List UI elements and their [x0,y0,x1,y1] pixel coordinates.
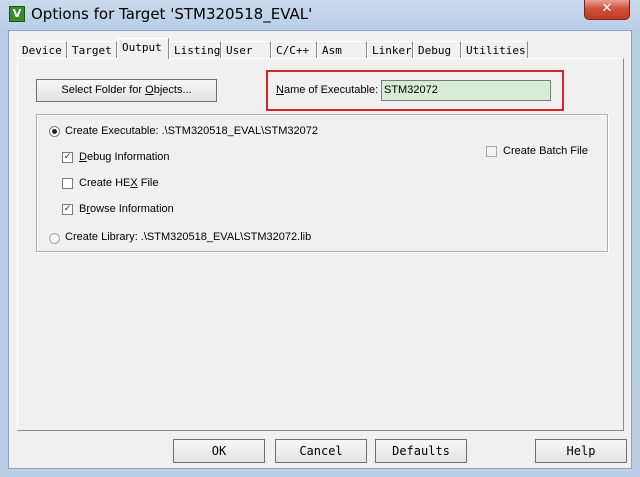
debug-info-rest: ebug Information [86,151,170,163]
create-batch-file-label: Create Batch File [503,145,588,157]
tab-listing[interactable]: Listing [169,41,221,58]
tab-linker[interactable]: Linker [367,41,413,58]
create-library-label: Create Library: .\STM320518_EVAL\STM3207… [65,231,312,243]
browse-information-label: Browse Information [79,203,174,215]
title-bar[interactable]: V Options for Target 'STM320518_EVAL' ✕ [0,0,640,30]
create-hex-file-checkbox[interactable] [62,178,73,189]
select-folder-label-post: bjects... [153,84,192,96]
tab-device[interactable]: Device [17,41,67,58]
window-title: Options for Target 'STM320518_EVAL' [31,5,313,23]
close-icon: ✕ [601,1,613,16]
debug-information-checkbox[interactable]: ✓ [62,152,73,163]
create-library-radio[interactable] [49,233,60,244]
tab-output[interactable]: Output [117,38,169,59]
checkmark-icon: ✓ [63,152,72,162]
close-button[interactable]: ✕ [584,0,630,20]
browse-info-post: owse Information [90,203,174,215]
create-hex-post: File [137,177,159,189]
options-dialog: V Options for Target 'STM320518_EVAL' ✕ … [0,0,640,477]
browse-information-checkbox[interactable]: ✓ [62,204,73,215]
create-hex-pre: Create HE [79,177,131,189]
select-folder-label-pre: Select Folder for [61,84,146,96]
create-hex-file-label: Create HEX File [79,177,158,189]
tab-asm[interactable]: Asm [317,41,367,58]
output-tab-page: Select Folder for Objects... Name of Exe… [17,58,624,431]
tab-label: Asm [322,44,342,57]
tab-label: C/C++ [276,44,310,57]
tab-label: Device [22,44,62,57]
tab-label: Listing [174,44,221,57]
checkmark-icon: ✓ [63,204,72,214]
tab-target[interactable]: Target [67,41,117,58]
create-executable-radio[interactable] [49,126,60,137]
executable-name-input[interactable]: STM32072 [381,80,551,101]
cancel-button[interactable]: Cancel [275,439,367,463]
help-button[interactable]: Help [535,439,627,463]
tab-label: Debug [418,44,452,57]
tab-label: Target [72,44,112,57]
name-of-executable-label: Name of Executable: [276,84,378,96]
dialog-client-area: Device Target Output Listing User C/C++ … [8,30,632,469]
tab-c-cpp[interactable]: C/C++ [271,41,317,58]
create-batch-file-checkbox[interactable] [486,146,497,157]
tab-utilities[interactable]: Utilities [461,41,528,58]
create-hex-hotkey: X [130,177,138,189]
tab-user[interactable]: User [221,41,271,58]
tab-label: Output [122,41,162,54]
name-label-hotkey: N [276,84,284,96]
debug-information-label: Debug Information [79,151,170,163]
select-folder-button[interactable]: Select Folder for Objects... [36,79,217,102]
debug-info-hotkey: D [79,151,87,163]
app-logo-icon: V [9,6,25,22]
radio-dot [52,129,57,134]
name-label-rest: ame of Executable: [283,84,379,96]
tab-debug[interactable]: Debug [413,41,461,58]
tab-label: Linker [372,44,412,57]
output-options-group: Create Executable: .\STM320518_EVAL\STM3… [36,114,608,252]
select-folder-label-hotkey: O [145,84,154,96]
ok-button[interactable]: OK [173,439,265,463]
create-executable-label: Create Executable: .\STM320518_EVAL\STM3… [65,125,318,137]
tab-label: User [226,44,253,57]
tab-label: Utilities [466,44,526,57]
defaults-button[interactable]: Defaults [375,439,467,463]
